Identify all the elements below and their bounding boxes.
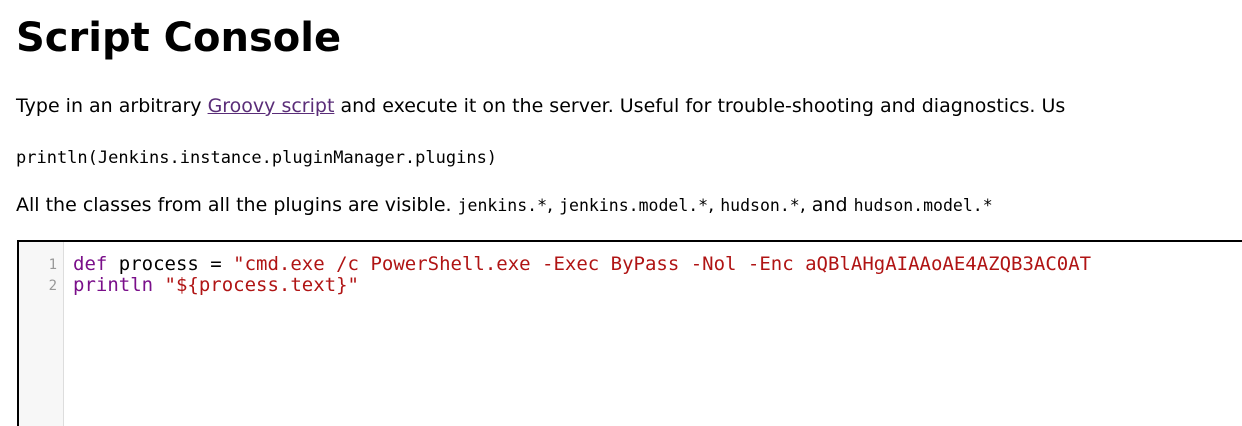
package-jenkins-model: jenkins.model.* [559,196,709,215]
separator-2: , [708,194,721,216]
code-line[interactable]: def process = "cmd.exe /c PowerShell.exe… [73,254,1091,275]
package-hudson: hudson.* [720,196,800,215]
package-jenkins: jenkins.* [457,196,548,215]
package-hudson-model: hudson.model.* [853,196,993,215]
intro-suffix: and execute it on the server. Useful for… [334,95,1066,117]
line-number: 2 [48,278,57,294]
example-code: println(Jenkins.instance.pluginManager.p… [16,144,497,171]
line-number: 1 [48,257,57,273]
code-text: process = [107,253,234,275]
intro-prefix: Type in an arbitrary [16,95,208,117]
page-title: Script Console [16,15,342,61]
code-keyword: def [73,253,108,275]
line-number-gutter: 1 2 [19,242,64,426]
code-line[interactable]: println "${process.text}" [73,275,359,296]
example-code-text: println(Jenkins.instance.pluginManager.p… [16,148,498,168]
code-string: "${process.text}" [164,274,359,296]
code-keyword: println [73,274,154,296]
intro-paragraph: Type in an arbitrary Groovy script and e… [16,93,1065,119]
classes-paragraph: All the classes from all the plugins are… [16,192,993,219]
separator-1: , [547,194,560,216]
separator-3: , and [799,194,854,216]
classes-text: All the classes from all the plugins are… [16,194,458,216]
code-string: "cmd.exe /c PowerShell.exe -Exec ByPass … [233,253,1092,275]
script-editor[interactable]: 1 2 def process = "cmd.exe /c PowerShell… [17,240,1242,426]
groovy-script-link[interactable]: Groovy script [208,95,335,117]
